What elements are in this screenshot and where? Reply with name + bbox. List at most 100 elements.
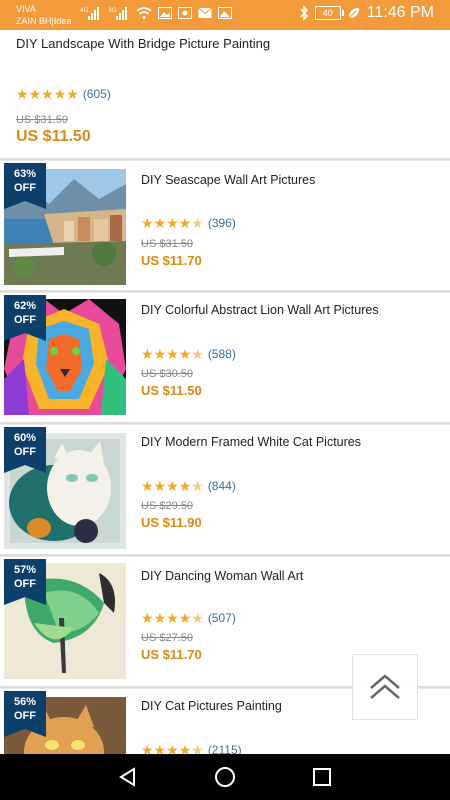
recents-icon[interactable] — [311, 766, 333, 788]
star-full-icon: ★ — [141, 478, 154, 494]
rating-count: (844) — [207, 479, 236, 493]
product-card[interactable]: 63% OFF DIY Seascape Wall Art Pictures ★… — [0, 161, 450, 292]
signal-3g-label: 3G — [108, 7, 117, 14]
product-title[interactable]: DIY Modern Framed White Cat Pictures — [141, 435, 361, 449]
star-full-icon: ★ — [28, 86, 42, 102]
original-price: US $31.50 — [141, 238, 193, 250]
product-rating: ★ ★ ★ ★ ★ (2115) — [141, 743, 242, 754]
image-icon — [158, 7, 172, 19]
original-price: US $30.50 — [141, 368, 193, 380]
product-title[interactable]: DIY Landscape With Bridge Picture Painti… — [16, 36, 270, 51]
discount-badge: 60% OFF — [4, 427, 46, 473]
star-full-icon: ★ — [153, 215, 167, 231]
star-half-icon: ★ — [191, 215, 204, 231]
star-full-icon: ★ — [141, 742, 154, 754]
home-icon[interactable] — [214, 766, 236, 788]
discount-badge: 63% OFF — [4, 163, 46, 209]
sale-price: US $11.90 — [141, 515, 202, 530]
original-price: US $29.50 — [141, 500, 193, 512]
status-icons-right: 40 11:46 PM — [299, 4, 434, 22]
signal-4g-label: 4G — [80, 7, 89, 14]
signal-3g-icon: 3G — [108, 7, 127, 20]
star-full-icon: ★ — [153, 742, 167, 754]
product-card-landscape[interactable]: DIY Landscape With Bridge Picture Painti… — [0, 30, 450, 160]
gallery-icon — [218, 7, 232, 19]
star-full-icon: ★ — [153, 610, 167, 626]
product-title[interactable]: DIY Dancing Woman Wall Art — [141, 569, 303, 583]
carrier-1: VIVA — [16, 4, 36, 14]
star-full-icon: ★ — [141, 610, 154, 626]
status-icons-left: 4G 3G — [80, 6, 232, 20]
leaf-icon — [348, 8, 359, 19]
star-full-icon: ★ — [16, 86, 29, 102]
star-full-icon: ★ — [166, 610, 179, 626]
discount-percent: 60% — [13, 432, 37, 444]
carrier-info: VIVA ZAIN BH|Idea — [16, 3, 71, 27]
product-title[interactable]: DIY Cat Pictures Painting — [141, 699, 282, 713]
star-half-icon: ★ — [191, 346, 204, 362]
original-price: US $31.50 — [16, 114, 68, 126]
star-full-icon: ★ — [141, 346, 154, 362]
rating-count: (396) — [207, 216, 236, 230]
star-full-icon: ★ — [66, 86, 79, 102]
product-rating: ★ ★ ★ ★ ★ (605) — [16, 87, 111, 101]
star-half-icon: ★ — [191, 478, 204, 494]
original-price: US $27.50 — [141, 632, 193, 644]
discount-percent: 63% — [13, 168, 37, 180]
product-rating: ★ ★ ★ ★ ★ (507) — [141, 611, 236, 625]
rating-count: (507) — [207, 611, 236, 625]
product-card[interactable]: 60% OFF DIY Modern Framed White Cat Pict… — [0, 425, 450, 556]
discount-off-label: OFF — [14, 446, 36, 458]
product-title[interactable]: DIY Seascape Wall Art Pictures — [141, 173, 315, 187]
back-icon[interactable] — [117, 766, 139, 788]
discount-badge: 56% OFF — [4, 691, 46, 737]
star-full-icon: ★ — [166, 346, 179, 362]
star-full-icon: ★ — [166, 215, 179, 231]
carrier-2: ZAIN BH|Idea — [16, 16, 72, 26]
discount-badge: 62% OFF — [4, 295, 46, 341]
product-card[interactable]: 62% OFF DIY Colorful Abstract Lion Wall … — [0, 293, 450, 424]
product-list[interactable]: DIY Landscape With Bridge Picture Painti… — [0, 30, 450, 754]
product-rating: ★ ★ ★ ★ ★ (396) — [141, 216, 236, 230]
star-full-icon: ★ — [178, 215, 192, 231]
discount-badge: 57% OFF — [4, 559, 46, 605]
star-full-icon: ★ — [178, 478, 192, 494]
signal-4g-icon: 4G — [80, 7, 99, 20]
sale-price: US $11.50 — [16, 128, 91, 145]
battery-icon: 40 — [314, 6, 344, 20]
star-half-icon: ★ — [191, 610, 204, 626]
sale-price: US $11.70 — [141, 647, 202, 662]
discount-off-label: OFF — [14, 578, 36, 590]
photo-icon — [178, 7, 192, 19]
star-full-icon: ★ — [153, 478, 167, 494]
discount-percent: 62% — [13, 300, 37, 312]
product-title[interactable]: DIY Colorful Abstract Lion Wall Art Pict… — [141, 303, 379, 317]
star-full-icon: ★ — [153, 346, 167, 362]
discount-off-label: OFF — [14, 182, 36, 194]
rating-count: (588) — [207, 347, 236, 361]
star-full-icon: ★ — [178, 346, 192, 362]
star-full-icon: ★ — [53, 86, 67, 102]
status-bar: VIVA ZAIN BH|Idea 4G 3G 40 11:46 PM — [0, 0, 450, 30]
mail-icon — [198, 7, 212, 18]
discount-off-label: OFF — [14, 710, 36, 722]
battery-level: 40 — [322, 8, 333, 18]
star-full-icon: ★ — [41, 86, 54, 102]
sale-price: US $11.70 — [141, 253, 202, 268]
sale-price: US $11.50 — [141, 383, 202, 398]
star-full-icon: ★ — [178, 610, 192, 626]
star-full-icon: ★ — [141, 215, 154, 231]
discount-off-label: OFF — [14, 314, 36, 326]
product-rating: ★ ★ ★ ★ ★ (844) — [141, 479, 236, 493]
double-chevron-up-icon — [370, 674, 400, 699]
product-rating: ★ ★ ★ ★ ★ (588) — [141, 347, 236, 361]
star-full-icon: ★ — [178, 742, 192, 754]
scroll-to-top-button[interactable] — [352, 654, 418, 720]
clock: 11:46 PM — [366, 4, 434, 21]
bluetooth-icon — [300, 5, 308, 21]
rating-count: (2115) — [207, 743, 242, 754]
navigation-bar — [0, 754, 450, 800]
wifi-icon — [136, 7, 152, 20]
rating-count: (605) — [82, 87, 111, 101]
star-full-icon: ★ — [166, 742, 179, 754]
